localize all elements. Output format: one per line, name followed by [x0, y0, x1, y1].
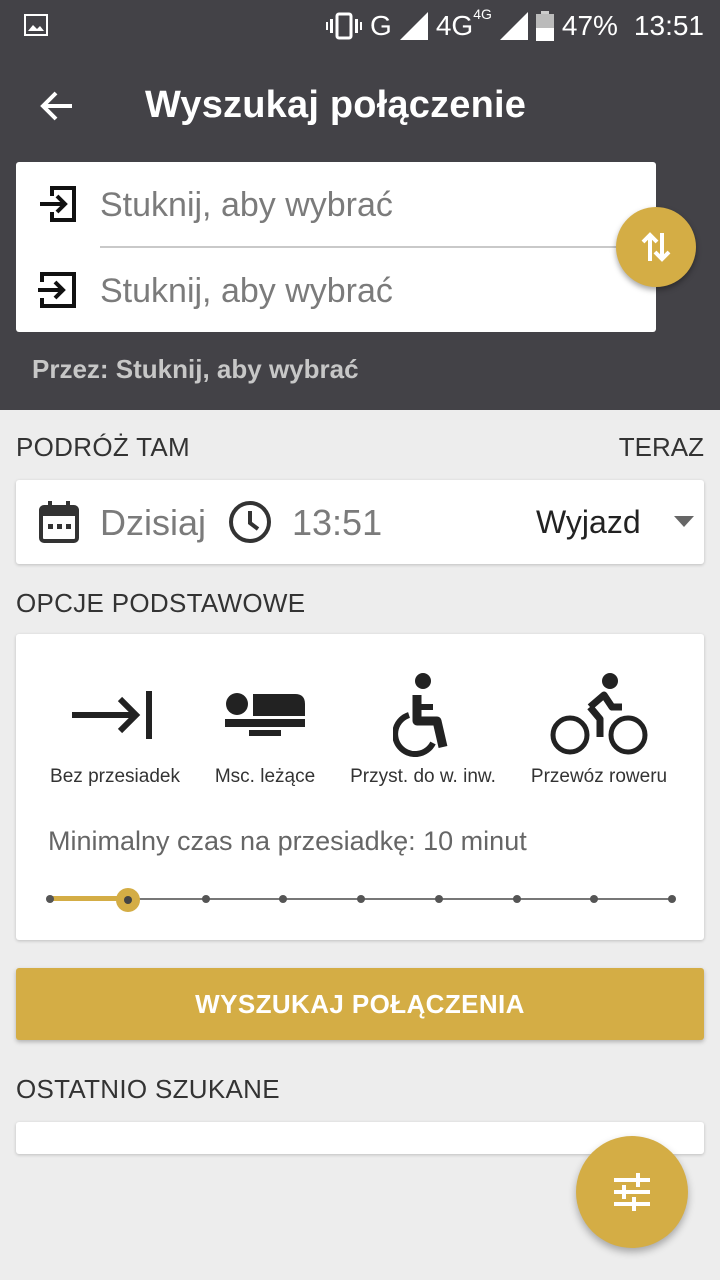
- bicycle-icon: [550, 673, 648, 755]
- vibrate-icon: [326, 12, 363, 40]
- swap-stations-button[interactable]: [616, 207, 696, 287]
- dropdown-arrow-icon[interactable]: [674, 516, 694, 527]
- min-transfer-time-label: Minimalny czas na przesiadkę: 10 minut: [48, 826, 527, 856]
- calendar-icon[interactable]: [38, 500, 80, 544]
- options-card: Bez przesiadek Msc. leżące Przyst. do w.…: [16, 634, 704, 940]
- no-transfer-icon: [72, 691, 152, 739]
- departure-mode-select[interactable]: Wyjazd: [536, 504, 641, 541]
- slider-step-dot: [279, 895, 288, 903]
- battery-icon: [535, 11, 554, 41]
- wheelchair-icon: [393, 673, 448, 757]
- date-value[interactable]: Dzisiaj: [100, 502, 206, 544]
- to-station-field[interactable]: Stuknij, aby wybrać: [16, 248, 656, 332]
- filter-fab-button[interactable]: [576, 1136, 688, 1248]
- tune-icon: [614, 1173, 650, 1211]
- to-station-placeholder: Stuknij, aby wybrać: [100, 272, 393, 310]
- signal-icon: [399, 12, 428, 40]
- status-bar: G 4G4G 47% 13:51: [0, 0, 720, 52]
- option-bicycle-label: Przewóz roweru: [530, 766, 668, 787]
- slider-step-dot: [357, 895, 365, 903]
- via-station-field[interactable]: Przez: Stuknij, aby wybrać: [32, 354, 359, 385]
- network-type-4g-small: 4G: [473, 5, 492, 22]
- slider-step-dot: [201, 895, 210, 903]
- time-value[interactable]: 13:51: [292, 502, 382, 544]
- option-bicycle[interactable]: Przewóz roweru: [514, 670, 684, 800]
- gallery-notification-icon: [24, 14, 48, 36]
- min-transfer-slider[interactable]: [46, 884, 676, 914]
- arrival-station-icon: [38, 272, 76, 308]
- recent-section-label: OSTATNIO SZUKANE: [16, 1074, 280, 1104]
- datetime-card: Dzisiaj 13:51 Wyjazd: [16, 480, 704, 564]
- swap-icon: [641, 232, 671, 262]
- options-section-label: OPCJE PODSTAWOWE: [16, 588, 306, 618]
- now-button[interactable]: TERAZ: [619, 432, 704, 463]
- sleeper-icon: [225, 693, 305, 736]
- route-card: Stuknij, aby wybrać Stuknij, aby wybrać: [16, 162, 656, 332]
- page-title: Wyszukaj połączenie: [145, 84, 527, 126]
- battery-percent: 47%: [561, 10, 618, 41]
- option-wheelchair[interactable]: Przyst. do w. inw.: [338, 670, 508, 800]
- departure-station-icon: [40, 186, 76, 222]
- clock-icon[interactable]: [228, 500, 272, 544]
- clock: 13:51: [633, 10, 704, 41]
- slider-thumb[interactable]: [115, 888, 140, 912]
- journey-section-label: PODRÓŻ TAM: [16, 432, 190, 462]
- signal-icon-2: [499, 12, 528, 40]
- slider-step-dot: [590, 895, 599, 903]
- search-header: Wyszukaj połączenie Stuknij, aby wybrać …: [0, 52, 720, 410]
- search-connections-button[interactable]: WYSZUKAJ POŁĄCZENIA: [16, 968, 704, 1040]
- network-type-g: G: [370, 10, 392, 41]
- slider-step-dot: [512, 895, 521, 903]
- slider-step-dot: [668, 895, 676, 903]
- from-station-placeholder: Stuknij, aby wybrać: [100, 186, 393, 224]
- from-station-field[interactable]: Stuknij, aby wybrać: [16, 162, 656, 246]
- back-arrow-icon[interactable]: [36, 86, 76, 126]
- slider-step-dot: [434, 895, 443, 903]
- network-type-4g: 4G4G: [435, 5, 492, 41]
- slider-step-dot: [46, 895, 54, 903]
